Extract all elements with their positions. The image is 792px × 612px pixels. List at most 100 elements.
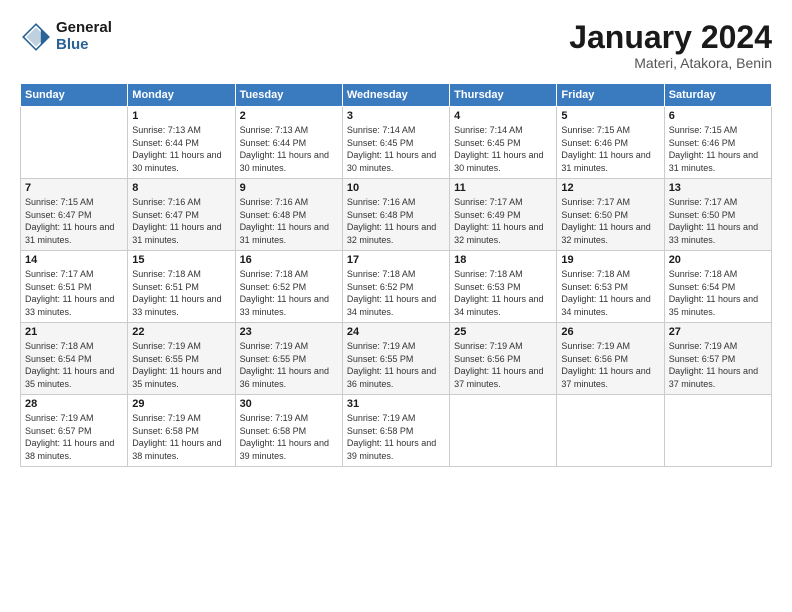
day-info: Sunrise: 7:13 AM Sunset: 6:44 PM Dayligh… — [240, 124, 338, 174]
logo: General Blue — [20, 20, 112, 53]
calendar-cell: 25 Sunrise: 7:19 AM Sunset: 6:56 PM Dayli… — [450, 323, 557, 395]
calendar-cell: 13 Sunrise: 7:17 AM Sunset: 6:50 PM Dayli… — [664, 179, 771, 251]
day-number: 28 — [25, 398, 123, 410]
day-number: 5 — [561, 110, 659, 122]
day-header-saturday: Saturday — [664, 84, 771, 107]
week-row-1: 7 Sunrise: 7:15 AM Sunset: 6:47 PM Daylig… — [21, 179, 772, 251]
day-number: 29 — [132, 398, 230, 410]
calendar-cell: 17 Sunrise: 7:18 AM Sunset: 6:52 PM Dayli… — [342, 251, 449, 323]
day-header-tuesday: Tuesday — [235, 84, 342, 107]
day-info: Sunrise: 7:17 AM Sunset: 6:51 PM Dayligh… — [25, 268, 123, 318]
location: Materi, Atakora, Benin — [569, 55, 772, 71]
calendar-cell: 20Sunrise: 7:18 AM Sunset: 6:54 PM Dayli… — [664, 251, 771, 323]
calendar-cell: 24Sunrise: 7:19 AM Sunset: 6:55 PM Dayli… — [342, 323, 449, 395]
calendar-cell: 11 Sunrise: 7:17 AM Sunset: 6:49 PM Dayli… — [450, 179, 557, 251]
day-info: Sunrise: 7:14 AM Sunset: 6:45 PM Dayligh… — [347, 124, 445, 174]
month-title: January 2024 — [569, 20, 772, 55]
day-number: 12 — [561, 182, 659, 194]
calendar-cell: 2 Sunrise: 7:13 AM Sunset: 6:44 PM Daylig… — [235, 107, 342, 179]
day-number: 17 — [347, 254, 445, 266]
day-number: 30 — [240, 398, 338, 410]
day-number: 10 — [347, 182, 445, 194]
page: General Blue January 2024 Materi, Atakor… — [0, 0, 792, 612]
day-info: Sunrise: 7:13 AM Sunset: 6:44 PM Dayligh… — [132, 124, 230, 174]
day-info: Sunrise: 7:18 AM Sunset: 6:54 PM Dayligh… — [25, 340, 123, 390]
logo-text: General Blue — [56, 20, 112, 53]
day-header-sunday: Sunday — [21, 84, 128, 107]
day-info: Sunrise: 7:18 AM Sunset: 6:53 PM Dayligh… — [561, 268, 659, 318]
week-row-4: 28 Sunrise: 7:19 AM Sunset: 6:57 PM Dayli… — [21, 395, 772, 467]
calendar-cell: 3 Sunrise: 7:14 AM Sunset: 6:45 PM Daylig… — [342, 107, 449, 179]
day-number: 9 — [240, 182, 338, 194]
day-number: 7 — [25, 182, 123, 194]
day-info: Sunrise: 7:16 AM Sunset: 6:48 PM Dayligh… — [240, 196, 338, 246]
day-info: Sunrise: 7:19 AM Sunset: 6:56 PM Dayligh… — [561, 340, 659, 390]
day-number: 25 — [454, 326, 552, 338]
header-row: SundayMondayTuesdayWednesdayThursdayFrid… — [21, 84, 772, 107]
calendar-cell — [450, 395, 557, 467]
calendar-cell: 23 Sunrise: 7:19 AM Sunset: 6:55 PM Dayli… — [235, 323, 342, 395]
calendar-cell: 6Sunrise: 7:15 AM Sunset: 6:46 PM Daylig… — [664, 107, 771, 179]
day-number: 19 — [561, 254, 659, 266]
calendar-cell: 18Sunrise: 7:18 AM Sunset: 6:53 PM Dayli… — [450, 251, 557, 323]
calendar-cell — [21, 107, 128, 179]
day-info: Sunrise: 7:19 AM Sunset: 6:55 PM Dayligh… — [240, 340, 338, 390]
calendar-cell: 22Sunrise: 7:19 AM Sunset: 6:55 PM Dayli… — [128, 323, 235, 395]
day-info: Sunrise: 7:18 AM Sunset: 6:51 PM Dayligh… — [132, 268, 230, 318]
title-area: January 2024 Materi, Atakora, Benin — [569, 20, 772, 71]
calendar-cell: 16Sunrise: 7:18 AM Sunset: 6:52 PM Dayli… — [235, 251, 342, 323]
logo-general-text: General — [56, 20, 112, 37]
day-info: Sunrise: 7:18 AM Sunset: 6:52 PM Dayligh… — [347, 268, 445, 318]
calendar-cell: 15 Sunrise: 7:18 AM Sunset: 6:51 PM Dayli… — [128, 251, 235, 323]
day-header-thursday: Thursday — [450, 84, 557, 107]
day-info: Sunrise: 7:19 AM Sunset: 6:57 PM Dayligh… — [669, 340, 767, 390]
day-number: 14 — [25, 254, 123, 266]
week-row-3: 21 Sunrise: 7:18 AM Sunset: 6:54 PM Dayli… — [21, 323, 772, 395]
day-number: 13 — [669, 182, 767, 194]
day-number: 11 — [454, 182, 552, 194]
calendar-cell — [664, 395, 771, 467]
calendar-cell: 28 Sunrise: 7:19 AM Sunset: 6:57 PM Dayli… — [21, 395, 128, 467]
day-info: Sunrise: 7:17 AM Sunset: 6:50 PM Dayligh… — [561, 196, 659, 246]
day-info: Sunrise: 7:19 AM Sunset: 6:55 PM Dayligh… — [347, 340, 445, 390]
calendar-cell: 26 Sunrise: 7:19 AM Sunset: 6:56 PM Dayli… — [557, 323, 664, 395]
calendar-table: SundayMondayTuesdayWednesdayThursdayFrid… — [20, 83, 772, 467]
day-info: Sunrise: 7:16 AM Sunset: 6:48 PM Dayligh… — [347, 196, 445, 246]
day-number: 8 — [132, 182, 230, 194]
calendar-cell: 9 Sunrise: 7:16 AM Sunset: 6:48 PM Daylig… — [235, 179, 342, 251]
day-info: Sunrise: 7:15 AM Sunset: 6:47 PM Dayligh… — [25, 196, 123, 246]
calendar-cell: 1 Sunrise: 7:13 AM Sunset: 6:44 PM Daylig… — [128, 107, 235, 179]
calendar-cell: 5 Sunrise: 7:15 AM Sunset: 6:46 PM Daylig… — [557, 107, 664, 179]
day-info: Sunrise: 7:17 AM Sunset: 6:49 PM Dayligh… — [454, 196, 552, 246]
day-info: Sunrise: 7:19 AM Sunset: 6:58 PM Dayligh… — [240, 412, 338, 462]
calendar-cell: 30 Sunrise: 7:19 AM Sunset: 6:58 PM Dayli… — [235, 395, 342, 467]
day-header-friday: Friday — [557, 84, 664, 107]
calendar-cell: 21 Sunrise: 7:18 AM Sunset: 6:54 PM Dayli… — [21, 323, 128, 395]
day-number: 26 — [561, 326, 659, 338]
day-number: 3 — [347, 110, 445, 122]
calendar-cell: 8 Sunrise: 7:16 AM Sunset: 6:47 PM Daylig… — [128, 179, 235, 251]
calendar-cell: 31Sunrise: 7:19 AM Sunset: 6:58 PM Dayli… — [342, 395, 449, 467]
day-number: 21 — [25, 326, 123, 338]
day-number: 2 — [240, 110, 338, 122]
calendar-cell: 27Sunrise: 7:19 AM Sunset: 6:57 PM Dayli… — [664, 323, 771, 395]
day-info: Sunrise: 7:19 AM Sunset: 6:57 PM Dayligh… — [25, 412, 123, 462]
header: General Blue January 2024 Materi, Atakor… — [20, 20, 772, 71]
day-number: 23 — [240, 326, 338, 338]
week-row-0: 1 Sunrise: 7:13 AM Sunset: 6:44 PM Daylig… — [21, 107, 772, 179]
day-number: 31 — [347, 398, 445, 410]
day-number: 4 — [454, 110, 552, 122]
day-number: 18 — [454, 254, 552, 266]
day-info: Sunrise: 7:19 AM Sunset: 6:55 PM Dayligh… — [132, 340, 230, 390]
calendar-cell: 14 Sunrise: 7:17 AM Sunset: 6:51 PM Dayli… — [21, 251, 128, 323]
day-info: Sunrise: 7:15 AM Sunset: 6:46 PM Dayligh… — [669, 124, 767, 174]
week-row-2: 14 Sunrise: 7:17 AM Sunset: 6:51 PM Dayli… — [21, 251, 772, 323]
calendar-cell — [557, 395, 664, 467]
day-info: Sunrise: 7:15 AM Sunset: 6:46 PM Dayligh… — [561, 124, 659, 174]
day-info: Sunrise: 7:19 AM Sunset: 6:56 PM Dayligh… — [454, 340, 552, 390]
day-number: 1 — [132, 110, 230, 122]
day-number: 15 — [132, 254, 230, 266]
calendar-cell: 7 Sunrise: 7:15 AM Sunset: 6:47 PM Daylig… — [21, 179, 128, 251]
day-info: Sunrise: 7:17 AM Sunset: 6:50 PM Dayligh… — [669, 196, 767, 246]
day-info: Sunrise: 7:16 AM Sunset: 6:47 PM Dayligh… — [132, 196, 230, 246]
